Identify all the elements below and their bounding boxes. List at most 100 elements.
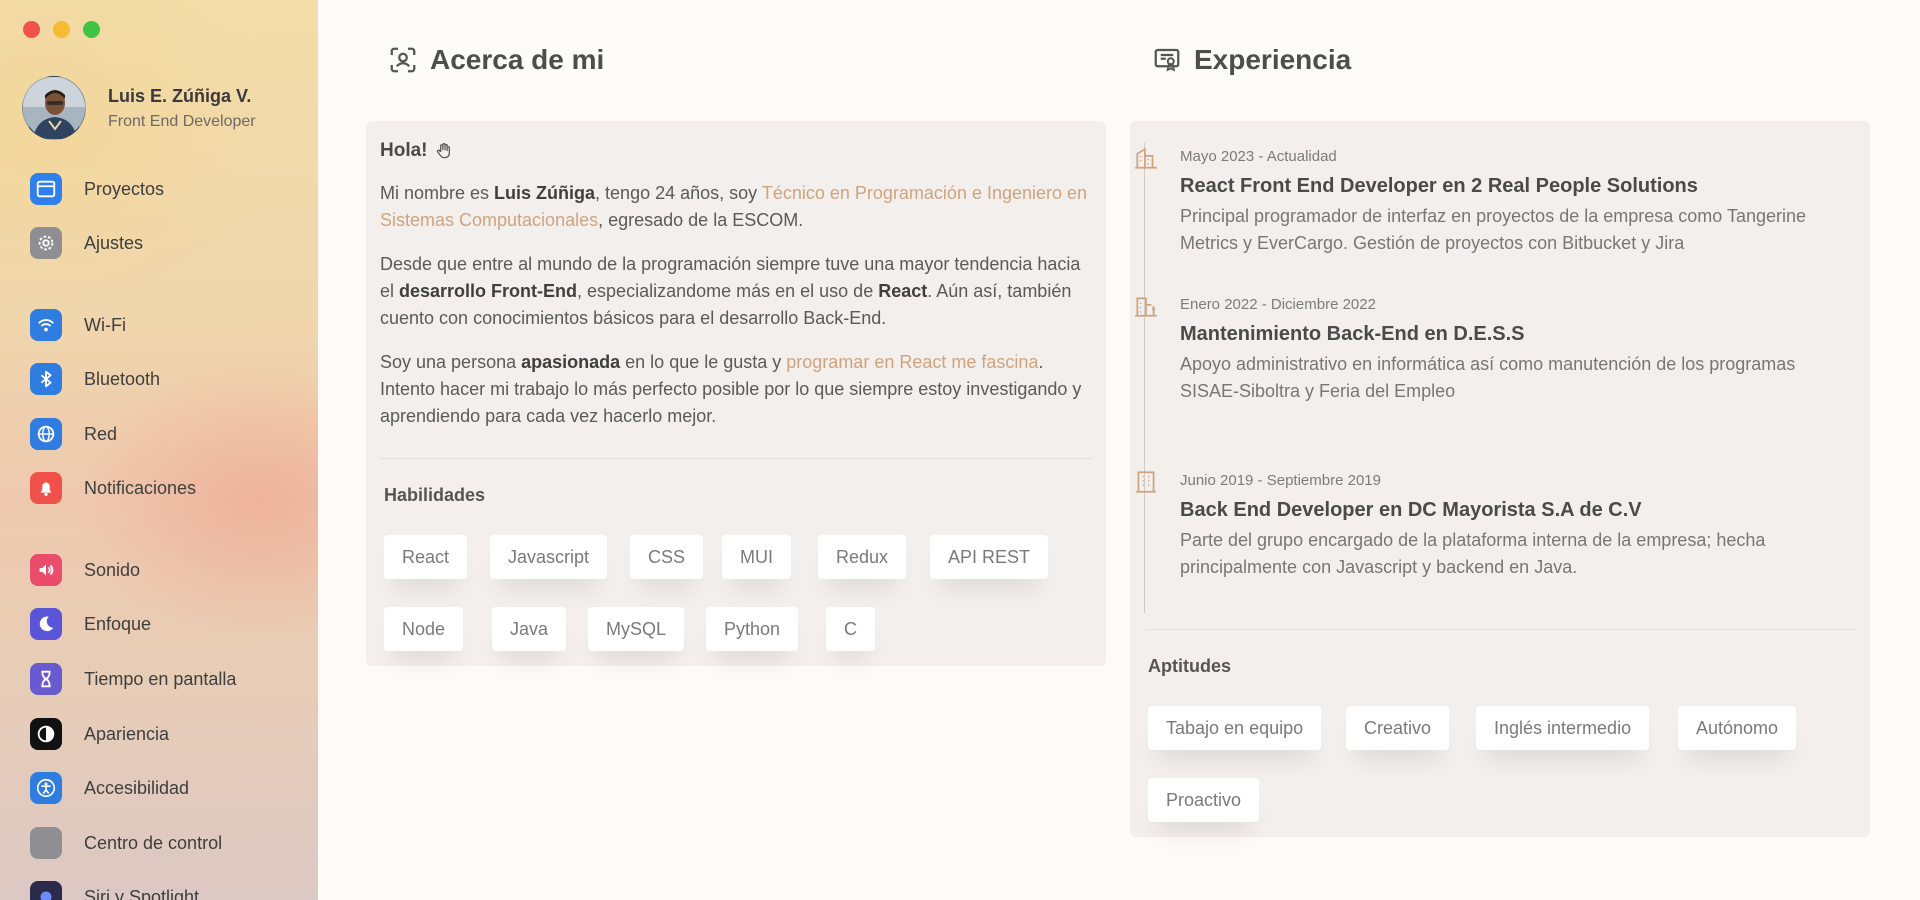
sidebar-item-siri-y-spotlight[interactable]: Siri y Spotlight [30, 880, 199, 900]
sidebar-item-label: Centro de control [84, 832, 223, 853]
skill-chip: C [826, 607, 875, 651]
skill-chip: MySQL [588, 607, 685, 651]
avatar [22, 76, 86, 140]
sidebar-item-label: Sonido [84, 559, 141, 580]
profile-name: Luis E. Zúñiga V. [108, 85, 252, 106]
skill-chip: Node [384, 607, 464, 651]
focus-highlight: desarrollo Front-End [399, 281, 578, 301]
about-card: Hola! Mi nombre es Luis Zúñiga, tengo 24… [366, 121, 1106, 666]
building-community-icon [1135, 297, 1157, 317]
user-scan-icon [390, 47, 416, 73]
sidebar-item-label: Red [84, 423, 118, 444]
sidebar-item-tiempo-en-pantalla[interactable]: Tiempo en pantalla [30, 662, 236, 696]
browser-window-icon [30, 173, 62, 205]
sidebar-item-enfoque[interactable]: Enfoque [30, 607, 151, 641]
sidebar-item-label: Ajustes [84, 232, 144, 253]
skills-title: Habilidades [384, 485, 486, 505]
aptitude-chip: Creativo [1346, 706, 1450, 750]
about-paragraph-3: Soy una persona apasionada en lo que le … [380, 349, 1090, 430]
experience-section-title: Experiencia [1152, 44, 1351, 76]
experience-title: Back End Developer en DC Mayorista S.A d… [1180, 499, 1642, 521]
experience-title: React Front End Developer en 2 Real Peop… [1180, 175, 1698, 197]
text-span: , tengo 24 años, soy [595, 183, 762, 203]
sidebar-item-apariencia[interactable]: Apariencia [30, 717, 169, 751]
waving-hand-icon [436, 142, 450, 158]
profile-role: Front End Developer [108, 112, 256, 130]
experience-date: Junio 2019 - Septiembre 2019 [1180, 472, 1381, 489]
office-building-icon [1136, 471, 1156, 493]
text-span: Soy una persona [380, 352, 522, 372]
name-highlight: Luis Zúñiga [494, 183, 596, 203]
control-center-icon [30, 827, 62, 859]
sidebar-item-label: Enfoque [84, 613, 152, 634]
experience-description: Principal programador de interfaz en pro… [1180, 206, 1807, 253]
sidebar-item-label: Apariencia [84, 723, 170, 744]
react-love-highlight: programar en React me fascina [786, 352, 1039, 372]
bluetooth-icon [30, 363, 62, 395]
sidebar: Luis E. Zúñiga V. Front End Developer Pr… [0, 0, 318, 900]
sidebar-item-label: Tiempo en pantalla [84, 668, 237, 689]
sidebar-item-label: Notificaciones [84, 477, 197, 498]
aptitude-chip: Autónomo [1678, 706, 1797, 750]
sidebar-item-notificaciones[interactable]: Notificaciones [30, 471, 196, 505]
aptitude-chip: Tabajo en equipo [1148, 706, 1322, 750]
sidebar-item-label: Accesibilidad [84, 777, 190, 798]
globe-icon [30, 418, 62, 450]
minimize-window-button[interactable] [53, 21, 70, 38]
hello-text: Hola! [380, 140, 428, 161]
text-span: en lo que le gusta y [620, 352, 787, 372]
text-span: , egresado de la ESCOM. [598, 210, 804, 230]
wifi-icon [30, 309, 62, 341]
sidebar-item-red[interactable]: Red [30, 417, 117, 451]
about-section-title: Acerca de mi [388, 44, 604, 76]
experience-date: Enero 2022 - Diciembre 2022 [1180, 296, 1376, 313]
sidebar-item-label: Proyectos [84, 178, 165, 199]
sidebar-item-ajustes[interactable]: Ajustes [30, 226, 143, 260]
experience-description: Parte del grupo encargado de la platafor… [1180, 530, 1766, 577]
text-span: , especializandome más en el uso de [577, 281, 879, 301]
sidebar-item-label: Wi-Fi [84, 314, 126, 335]
gear-icon [30, 227, 62, 259]
hourglass-icon [30, 663, 62, 695]
divider [1146, 629, 1856, 630]
experience-date: Mayo 2023 - Actualidad [1180, 148, 1337, 165]
skill-chip: Java [492, 607, 567, 651]
about-paragraph-1: Mi nombre es Luis Zúñiga, tengo 24 años,… [380, 180, 1090, 234]
hello-heading: Hola! [380, 137, 1090, 164]
speaker-icon [30, 554, 62, 586]
profile-card[interactable]: Luis E. Zúñiga V. Front End Developer [22, 76, 256, 140]
sidebar-item-sonido[interactable]: Sonido [30, 553, 140, 587]
sidebar-item-accesibilidad[interactable]: Accesibilidad [30, 771, 189, 805]
skill-chip: Python [706, 607, 799, 651]
text-span: Mi nombre es [380, 183, 495, 203]
window-controls [23, 21, 100, 38]
skill-chip: Javascript [490, 535, 608, 579]
certificate-icon [1154, 48, 1180, 72]
aptitude-chip: Inglés intermedio [1476, 706, 1650, 750]
siri-icon [30, 881, 62, 900]
skill-chip: CSS [630, 535, 704, 579]
sidebar-item-label: Siri y Spotlight [84, 886, 200, 900]
appearance-icon [30, 718, 62, 750]
aptitude-chip: Proactivo [1148, 778, 1260, 822]
close-window-button[interactable] [23, 21, 40, 38]
passion-highlight: apasionada [521, 352, 621, 372]
maximize-window-button[interactable] [83, 21, 100, 38]
about-paragraph-2: Desde que entre al mundo de la programac… [380, 251, 1090, 332]
about-text: Hola! Mi nombre es Luis Zúñiga, tengo 24… [380, 137, 1090, 447]
experience-card: Mayo 2023 - Actualidad React Front End D… [1130, 121, 1870, 837]
experience-description: Apoyo administrativo en informática así … [1180, 354, 1796, 401]
skill-chip: MUI [722, 535, 791, 579]
skill-chip: Redux [818, 535, 907, 579]
moon-icon [30, 608, 62, 640]
sidebar-item-wifi[interactable]: Wi-Fi [30, 308, 126, 342]
experience-title: Mantenimiento Back-End en D.E.S.S [1180, 323, 1525, 345]
skill-chip: API REST [930, 535, 1049, 579]
aptitudes-title: Aptitudes [1148, 656, 1231, 676]
sidebar-item-label: Bluetooth [84, 368, 161, 389]
sidebar-item-proyectos[interactable]: Proyectos [30, 172, 164, 206]
sidebar-item-bluetooth[interactable]: Bluetooth [30, 362, 160, 396]
divider [380, 458, 1092, 459]
timeline-line [1144, 143, 1145, 613]
sidebar-item-centro-de-control[interactable]: Centro de control [30, 826, 222, 860]
